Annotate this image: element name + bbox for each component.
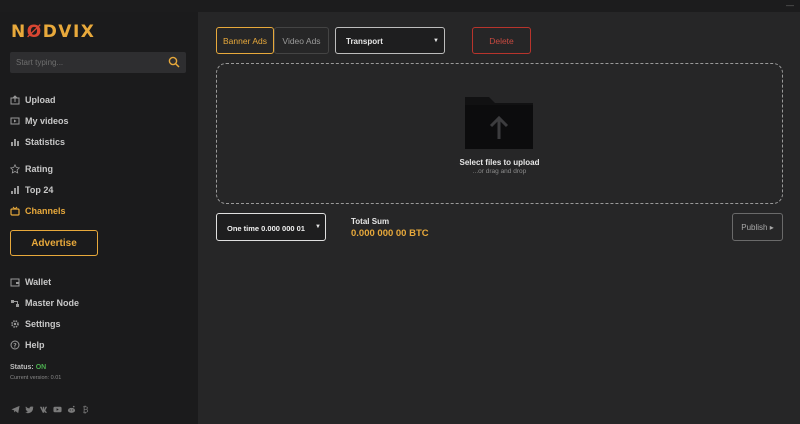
gear-icon <box>11 320 19 328</box>
sidebar-item-statistics[interactable]: Statistics <box>10 134 65 150</box>
folder-upload-icon <box>465 97 533 149</box>
sidebar-item-label: My videos <box>25 116 69 126</box>
sidebar-item-master-node[interactable]: Master Node <box>10 295 79 311</box>
dropzone-subtitle: ...or drag and drop <box>472 168 527 175</box>
bitcoin-icon[interactable]: ₿ <box>81 401 90 415</box>
logo-text-start: N <box>11 22 27 42</box>
payment-type-value: One time 0.000 000 01 <box>227 224 305 233</box>
sidebar-item-label: Upload <box>25 95 56 105</box>
upload-icon <box>10 95 20 105</box>
publish-button[interactable]: Publish ▸ <box>732 213 783 241</box>
svg-text:₿: ₿ <box>83 405 89 414</box>
status-badge: ON <box>35 364 47 371</box>
chevron-down-icon: ▼ <box>315 224 321 230</box>
total-sum-label: Total Sum <box>351 217 390 226</box>
star-icon <box>10 164 20 174</box>
category-select[interactable]: Transport ▼ <box>335 27 445 54</box>
sidebar-item-help[interactable]: ? Help <box>10 337 45 353</box>
sidebar-item-label: Statistics <box>25 137 66 147</box>
payment-type-select[interactable]: One time 0.000 000 01 ▼ <box>216 213 326 241</box>
file-dropzone[interactable]: Select files to upload ...or drag and dr… <box>216 63 783 204</box>
bar-chart-icon <box>11 186 19 194</box>
youtube-icon[interactable] <box>53 401 62 413</box>
sidebar-item-settings[interactable]: Settings <box>10 316 61 332</box>
master-node-icon <box>11 300 19 307</box>
video-icon <box>10 117 20 125</box>
delete-button[interactable]: Delete <box>472 27 531 54</box>
sidebar-item-label: Rating <box>25 164 53 174</box>
window-titlebar: — <box>0 0 800 12</box>
sidebar: NØDVIX Upload My videos Statistics Ratin… <box>0 12 198 424</box>
search-box <box>10 52 186 73</box>
sidebar-item-top-24[interactable]: Top 24 <box>10 182 53 198</box>
status-label: Status: <box>10 364 34 371</box>
social-links: ₿ <box>11 401 90 415</box>
logo-text-end: DVIX <box>42 22 96 42</box>
sidebar-item-label: Master Node <box>25 298 80 308</box>
sidebar-item-label: Top 24 <box>25 185 54 195</box>
vk-icon[interactable] <box>39 401 48 413</box>
app-version: Current version: 0.01 <box>10 375 62 381</box>
minimize-button[interactable]: — <box>786 1 794 10</box>
sidebar-item-upload[interactable]: Upload <box>10 92 56 108</box>
sidebar-item-label: Wallet <box>25 277 52 287</box>
twitter-icon[interactable] <box>25 401 34 414</box>
search-icon[interactable] <box>168 56 180 68</box>
dropzone-title: Select files to upload <box>459 158 540 167</box>
wallet-icon <box>10 278 20 287</box>
sidebar-item-label: Help <box>25 340 45 350</box>
connection-status: Status: ON <box>10 364 46 371</box>
svg-text:?: ? <box>13 342 17 349</box>
category-select-value: Transport <box>346 37 383 46</box>
search-input[interactable] <box>16 54 156 71</box>
logo-no-sign: Ø <box>26 22 43 42</box>
reddit-icon[interactable] <box>67 401 76 413</box>
app-logo[interactable]: NØDVIX <box>11 22 95 42</box>
chevron-down-icon: ▼ <box>433 38 439 44</box>
sidebar-item-label: Channels <box>25 206 66 216</box>
telegram-icon[interactable] <box>11 401 20 414</box>
total-sum-value: 0.000 000 00 BTC <box>351 228 429 239</box>
sidebar-item-my-videos[interactable]: My videos <box>10 113 69 129</box>
sidebar-item-channels[interactable]: Channels <box>10 203 66 219</box>
sidebar-item-wallet[interactable]: Wallet <box>10 274 51 290</box>
tab-video-ads[interactable]: Video Ads <box>274 27 329 54</box>
advertise-button[interactable]: Advertise <box>10 230 98 256</box>
help-icon: ? <box>10 340 20 350</box>
tab-banner-ads[interactable]: Banner Ads <box>216 27 274 54</box>
channels-icon <box>10 206 20 216</box>
sidebar-item-label: Settings <box>25 319 61 329</box>
statistics-icon <box>11 139 19 146</box>
sidebar-item-rating[interactable]: Rating <box>10 161 53 177</box>
